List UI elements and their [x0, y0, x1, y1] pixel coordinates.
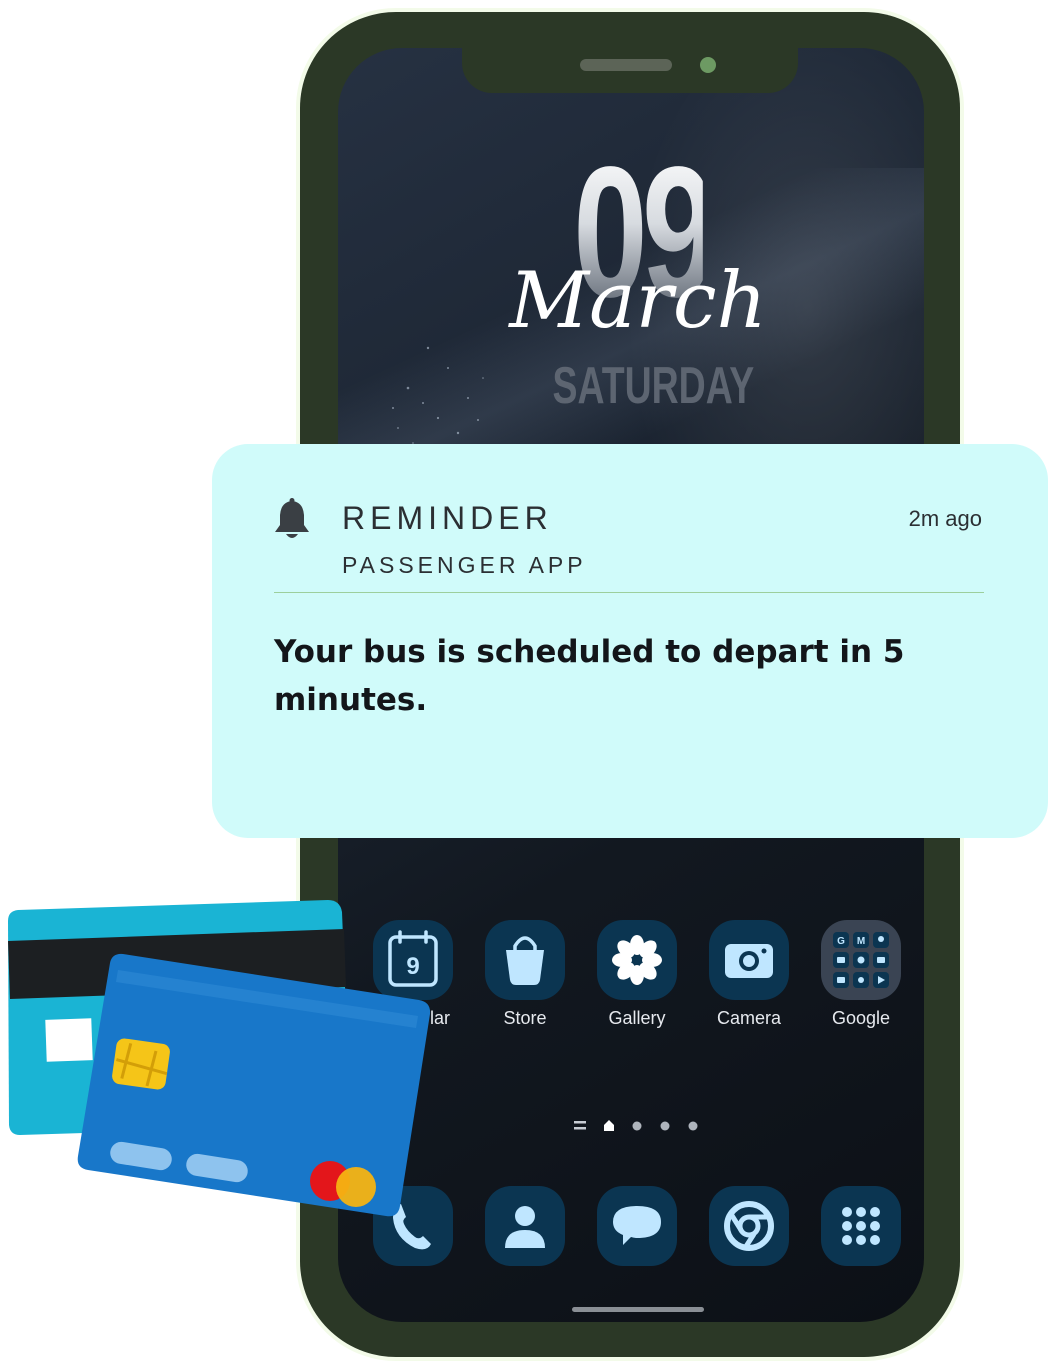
notification-title: REMINDER	[342, 500, 553, 536]
shopping-bag-icon	[485, 920, 565, 1000]
app-gallery[interactable]: Gallery	[582, 920, 692, 1029]
flower-icon	[597, 920, 677, 1000]
notification-time: 2m ago	[908, 506, 982, 531]
app-label: Google	[831, 1008, 891, 1028]
dock-contacts[interactable]	[470, 1186, 580, 1266]
home-gesture-bar[interactable]	[572, 1307, 704, 1312]
app-label: Camera	[716, 1008, 782, 1028]
app-google-folder[interactable]: G M Google	[806, 920, 916, 1029]
page-indicator[interactable]	[574, 1118, 704, 1134]
credit-cards-illustration	[8, 900, 431, 1217]
notification-app-name: PASSENGER APP	[342, 552, 587, 578]
front-camera	[700, 57, 716, 73]
clock-weekday: SATURDAY	[552, 357, 755, 415]
app-label: Gallery	[608, 1008, 666, 1028]
app-drawer-icon	[821, 1186, 901, 1266]
camera-icon	[709, 920, 789, 1000]
dock-messages[interactable]	[582, 1186, 692, 1266]
google-folder-icon: G M	[821, 920, 901, 1000]
dock-app-drawer[interactable]	[806, 1186, 916, 1266]
app-label: Store	[503, 1008, 547, 1028]
notification-message: Your bus is scheduled to depart in 5 min…	[274, 634, 905, 718]
dock-chrome[interactable]	[694, 1186, 804, 1266]
svg-text:M: M	[857, 936, 865, 947]
notification-card[interactable]: REMINDER PASSENGER APP 2m ago Your bus i…	[212, 444, 1048, 838]
divider	[274, 592, 984, 593]
card-front	[77, 953, 431, 1217]
chip-icon	[112, 1038, 170, 1090]
chrome-icon	[709, 1186, 789, 1266]
earpiece-speaker	[580, 59, 672, 71]
bell-icon	[275, 498, 309, 538]
contacts-icon	[485, 1186, 565, 1266]
app-store[interactable]: Store	[470, 920, 580, 1029]
svg-text:G: G	[837, 936, 845, 947]
app-camera[interactable]: Camera	[694, 920, 804, 1029]
clock-month: March	[509, 256, 767, 346]
messages-icon	[597, 1186, 677, 1266]
